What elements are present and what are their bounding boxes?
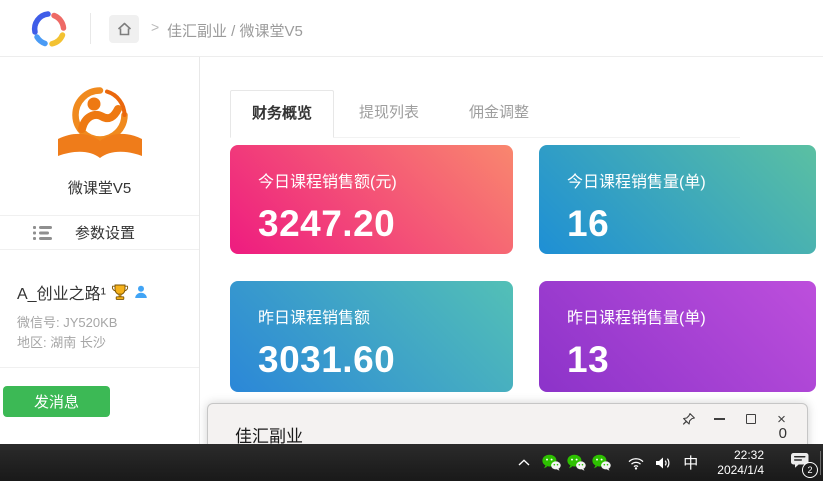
wechat-tray-icon-3[interactable] [589, 444, 614, 481]
card-yesterday-sales-amount: 昨日课程销售额 3031.60 [230, 281, 513, 392]
volume-button[interactable] [650, 444, 676, 481]
wechat-tray-icon-2[interactable] [564, 444, 589, 481]
card-today-sales-amount: 今日课程销售额(元) 3247.20 [230, 145, 513, 254]
sidebar-divider [0, 367, 199, 368]
breadcrumb-chevron-icon: > [151, 19, 159, 35]
stat-cards: 今日课程销售额(元) 3247.20 今日课程销售量(单) 16 昨日课程销售额… [230, 145, 816, 392]
home-icon [116, 21, 133, 37]
card-today-sales-count: 今日课程销售量(单) 16 [539, 145, 816, 254]
notification-badge: 2 [802, 462, 818, 478]
breadcrumb[interactable]: 佳汇副业 / 微课堂V5 [167, 20, 303, 41]
maximize-button[interactable] [735, 407, 766, 431]
card-value: 13 [567, 339, 816, 381]
tab-commission-adjust[interactable]: 佣金调整 [444, 90, 554, 138]
card-label: 昨日课程销售量(单) [567, 304, 816, 328]
show-desktop-button[interactable] [820, 451, 822, 475]
pin-icon [682, 412, 696, 426]
maximize-icon [746, 414, 756, 424]
course-app-logo-icon [52, 83, 148, 167]
brand-logo-icon [26, 7, 72, 56]
card-label: 今日课程销售额(元) [258, 168, 513, 192]
clock-time: 22:32 [717, 448, 764, 463]
window-stray-value: 0 [779, 425, 787, 442]
main-content: 财务概览 提现列表 佣金调整 今日课程销售额(元) 3247.20 今日课程销售… [200, 57, 823, 444]
sidebar-item-settings[interactable]: 参数设置 [0, 215, 199, 250]
wifi-icon [627, 456, 645, 470]
wechat-tray-icon-1[interactable] [539, 444, 564, 481]
sidebar: 微课堂V5 参数设置 A_创业之路¹ [0, 57, 200, 444]
top-header: > 佳汇副业 / 微课堂V5 [0, 0, 823, 57]
volume-icon [655, 456, 671, 470]
ime-indicator[interactable]: 中 [676, 444, 705, 481]
app-name: 微课堂V5 [0, 177, 199, 198]
tab-withdrawal-list[interactable]: 提现列表 [334, 90, 444, 138]
tray-expand-button[interactable] [509, 444, 539, 481]
card-label: 今日课程销售量(单) [567, 168, 816, 192]
card-value: 16 [567, 203, 816, 245]
notification-center-button[interactable]: 2 [790, 452, 810, 474]
system-tray: 中 22:32 2024/1/4 2 [509, 444, 823, 481]
clock-date: 2024/1/4 [717, 463, 764, 478]
list-settings-icon [33, 225, 53, 241]
taskbar: 中 22:32 2024/1/4 2 [0, 444, 823, 481]
minimize-button[interactable] [704, 407, 735, 431]
card-yesterday-sales-count: 昨日课程销售量(单) 13 [539, 281, 816, 392]
chevron-up-icon [518, 459, 530, 466]
tab-bar: 财务概览 提现列表 佣金调整 [230, 90, 554, 138]
trophy-icon [111, 283, 129, 301]
network-button[interactable] [622, 444, 650, 481]
user-info-block: A_创业之路¹ 微信号: JY520KB 地区: 湖南 长沙 [0, 250, 199, 353]
send-message-button[interactable]: 发消息 [3, 386, 110, 417]
user-region: 地区: 湖南 长沙 [17, 333, 199, 353]
minimize-icon [714, 418, 725, 420]
header-divider [90, 13, 91, 44]
wechat-icon [592, 454, 611, 471]
user-icon [134, 285, 148, 299]
wechat-icon [542, 454, 561, 471]
card-value: 3031.60 [258, 339, 513, 381]
tab-finance-overview[interactable]: 财务概览 [230, 90, 334, 138]
card-label: 昨日课程销售额 [258, 304, 513, 328]
clock[interactable]: 22:32 2024/1/4 [713, 448, 768, 478]
card-value: 3247.20 [258, 203, 513, 245]
sidebar-item-label: 参数设置 [75, 222, 135, 243]
screen: > 佳汇副业 / 微课堂V5 微课堂V5 [0, 0, 823, 481]
user-name: A_创业之路¹ [17, 280, 106, 304]
pin-button[interactable] [673, 407, 704, 431]
wechat-icon [567, 454, 586, 471]
home-button[interactable] [109, 15, 139, 43]
user-wechat-id: 微信号: JY520KB [17, 313, 199, 333]
